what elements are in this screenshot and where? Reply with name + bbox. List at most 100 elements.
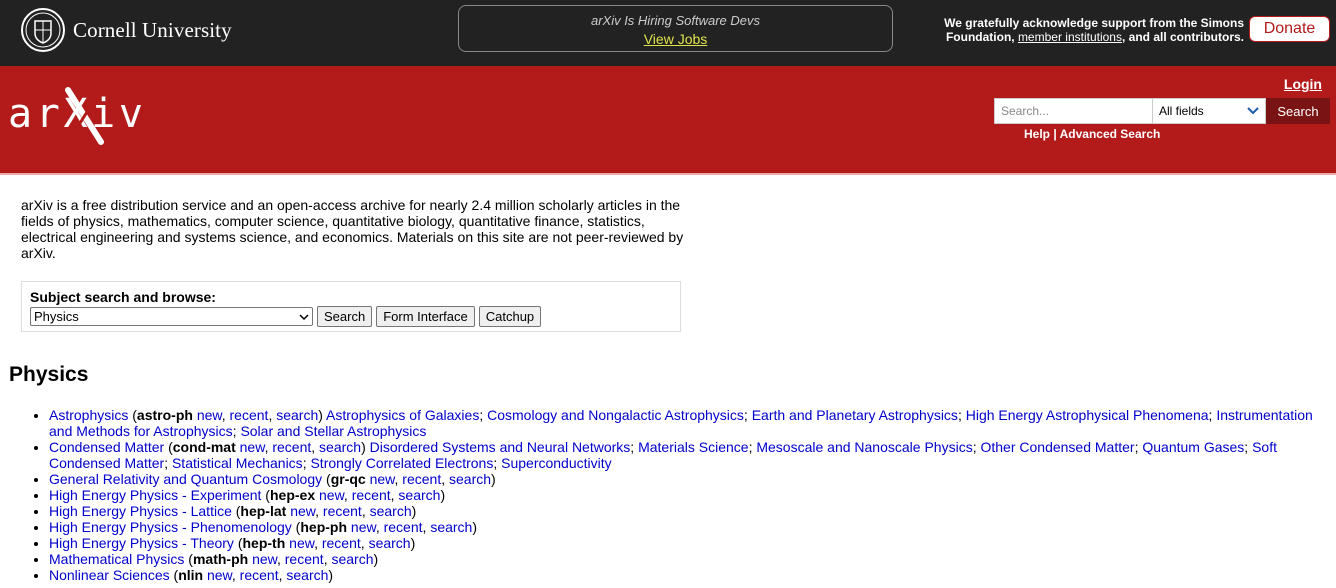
archive-item: Astrophysics (astro-ph new, recent, sear…: [49, 407, 1319, 439]
subcategory-link[interactable]: High Energy Astrophysical Phenomena: [966, 407, 1209, 423]
archive-name-link[interactable]: Mathematical Physics: [49, 551, 184, 567]
subcategory-link[interactable]: Earth and Planetary Astrophysics: [752, 407, 958, 423]
subcategory-link[interactable]: Other Condensed Matter: [980, 439, 1134, 455]
archive-code: cond-mat: [172, 439, 236, 455]
archive-search-link[interactable]: search: [370, 503, 412, 519]
archive-item: General Relativity and Quantum Cosmology…: [49, 471, 1319, 487]
archive-recent-link[interactable]: recent: [230, 407, 269, 423]
search-field-value: All fields: [1159, 104, 1204, 118]
archive-code: nlin: [178, 567, 204, 583]
search-input[interactable]: Search...: [994, 98, 1153, 124]
archive-code: hep-th: [242, 535, 286, 551]
header-search: Search... All fields Search: [994, 98, 1330, 124]
archive-code: hep-lat: [240, 503, 287, 519]
archive-list: Astrophysics (astro-ph new, recent, sear…: [49, 407, 1319, 583]
chevron-down-icon: [299, 313, 309, 320]
support-text: We gratefully acknowledge support from t…: [944, 16, 1244, 44]
subcategory-link[interactable]: Solar and Stellar Astrophysics: [240, 423, 426, 439]
archive-name-link[interactable]: High Energy Physics - Experiment: [49, 487, 261, 503]
archive-item: High Energy Physics - Experiment (hep-ex…: [49, 487, 1319, 503]
subject-label: Subject search and browse:: [30, 289, 216, 305]
archive-search-link[interactable]: search: [449, 471, 491, 487]
archive-new-link[interactable]: new: [240, 439, 265, 455]
archive-new-link[interactable]: new: [351, 519, 376, 535]
subcategory-link[interactable]: Statistical Mechanics: [172, 455, 303, 471]
site-header: arXiv Login Search... All fields Search …: [0, 66, 1336, 175]
archive-name-link[interactable]: High Energy Physics - Phenomenology: [49, 519, 292, 535]
archive-recent-link[interactable]: recent: [352, 487, 391, 503]
search-links-separator: |: [1050, 127, 1060, 141]
archive-item: Mathematical Physics (math-ph new, recen…: [49, 551, 1319, 567]
archive-code: gr-qc: [330, 471, 366, 487]
subject-select[interactable]: Physics: [30, 307, 313, 326]
subcategory-link[interactable]: Strongly Correlated Electrons: [310, 455, 493, 471]
advanced-search-link[interactable]: Advanced Search: [1060, 127, 1161, 141]
subcategory-link[interactable]: Quantum Gases: [1142, 439, 1244, 455]
archive-new-link[interactable]: new: [289, 535, 314, 551]
archive-item: Nonlinear Sciences (nlin new, recent, se…: [49, 567, 1319, 583]
archive-item: Condensed Matter (cond-mat new, recent, …: [49, 439, 1319, 471]
archive-item: High Energy Physics - Theory (hep-th new…: [49, 535, 1319, 551]
archive-new-link[interactable]: new: [319, 487, 344, 503]
chevron-down-icon: [1247, 107, 1259, 115]
subject-select-value: Physics: [34, 309, 79, 324]
subcategory-link[interactable]: Superconductivity: [501, 455, 612, 471]
archive-item: High Energy Physics - Phenomenology (hep…: [49, 519, 1319, 535]
archive-name-link[interactable]: High Energy Physics - Lattice: [49, 503, 232, 519]
archive-search-link[interactable]: search: [398, 487, 440, 503]
archive-new-link[interactable]: new: [370, 471, 395, 487]
form-interface-button[interactable]: Form Interface: [376, 306, 475, 327]
subcategory-link[interactable]: Materials Science: [638, 439, 749, 455]
cornell-seal-icon: [21, 8, 65, 52]
hiring-text: arXiv Is Hiring Software Devs: [590, 13, 761, 28]
archive-recent-link[interactable]: recent: [272, 439, 311, 455]
archive-code: math-ph: [192, 551, 249, 567]
subject-controls: Physics Search Form Interface Catchup: [30, 306, 672, 327]
archive-new-link[interactable]: new: [197, 407, 222, 423]
cornell-logo-link[interactable]: Cornell University: [20, 7, 232, 53]
archive-search-link[interactable]: search: [319, 439, 361, 455]
subject-search-button[interactable]: Search: [317, 306, 373, 327]
archive-recent-link[interactable]: recent: [384, 519, 423, 535]
help-link[interactable]: Help: [1024, 127, 1050, 141]
archive-code: hep-ex: [269, 487, 316, 503]
hiring-banner: arXiv Is Hiring Software Devs View Jobs: [458, 5, 893, 52]
archive-code: astro-ph: [136, 407, 193, 423]
subcategory-link[interactable]: Disordered Systems and Neural Networks: [370, 439, 631, 455]
archive-recent-link[interactable]: recent: [322, 535, 361, 551]
cornell-name: Cornell University: [73, 17, 232, 42]
subcategory-link[interactable]: Mesoscale and Nanoscale Physics: [756, 439, 972, 455]
archive-recent-link[interactable]: recent: [323, 503, 362, 519]
subject-search-box: Subject search and browse: Physics Searc…: [21, 281, 681, 332]
archive-search-link[interactable]: search: [276, 407, 318, 423]
archive-item: High Energy Physics - Lattice (hep-lat n…: [49, 503, 1319, 519]
archive-name-link[interactable]: Nonlinear Sciences: [49, 567, 170, 583]
view-jobs-link[interactable]: View Jobs: [644, 31, 708, 47]
archive-new-link[interactable]: new: [290, 503, 315, 519]
archive-search-link[interactable]: search: [331, 551, 373, 567]
archive-name-link[interactable]: Condensed Matter: [49, 439, 164, 455]
header-search-button[interactable]: Search: [1266, 98, 1330, 124]
member-institutions-link[interactable]: member institutions: [1018, 30, 1122, 44]
subcategory-link[interactable]: Astrophysics of Galaxies: [326, 407, 479, 423]
intro-text: arXiv is a free distribution service and…: [21, 197, 684, 261]
archive-new-link[interactable]: new: [252, 551, 277, 567]
catchup-button[interactable]: Catchup: [478, 306, 542, 327]
login-link[interactable]: Login: [1284, 76, 1322, 92]
archive-name-link[interactable]: High Energy Physics - Theory: [49, 535, 234, 551]
section-title: Physics: [9, 363, 89, 386]
archive-search-link[interactable]: search: [286, 567, 328, 583]
archive-recent-link[interactable]: recent: [240, 567, 279, 583]
archive-name-link[interactable]: General Relativity and Quantum Cosmology: [49, 471, 322, 487]
archive-recent-link[interactable]: recent: [402, 471, 441, 487]
archive-recent-link[interactable]: recent: [285, 551, 324, 567]
subcategory-link[interactable]: Cosmology and Nongalactic Astrophysics: [487, 407, 744, 423]
archive-search-link[interactable]: search: [369, 535, 411, 551]
top-banner: Cornell University arXiv Is Hiring Softw…: [0, 0, 1336, 66]
arxiv-logo[interactable]: arXiv: [8, 84, 148, 148]
archive-name-link[interactable]: Astrophysics: [49, 407, 128, 423]
donate-button[interactable]: Donate: [1249, 16, 1330, 42]
search-field-select[interactable]: All fields: [1153, 98, 1266, 124]
archive-new-link[interactable]: new: [207, 567, 232, 583]
archive-search-link[interactable]: search: [430, 519, 472, 535]
